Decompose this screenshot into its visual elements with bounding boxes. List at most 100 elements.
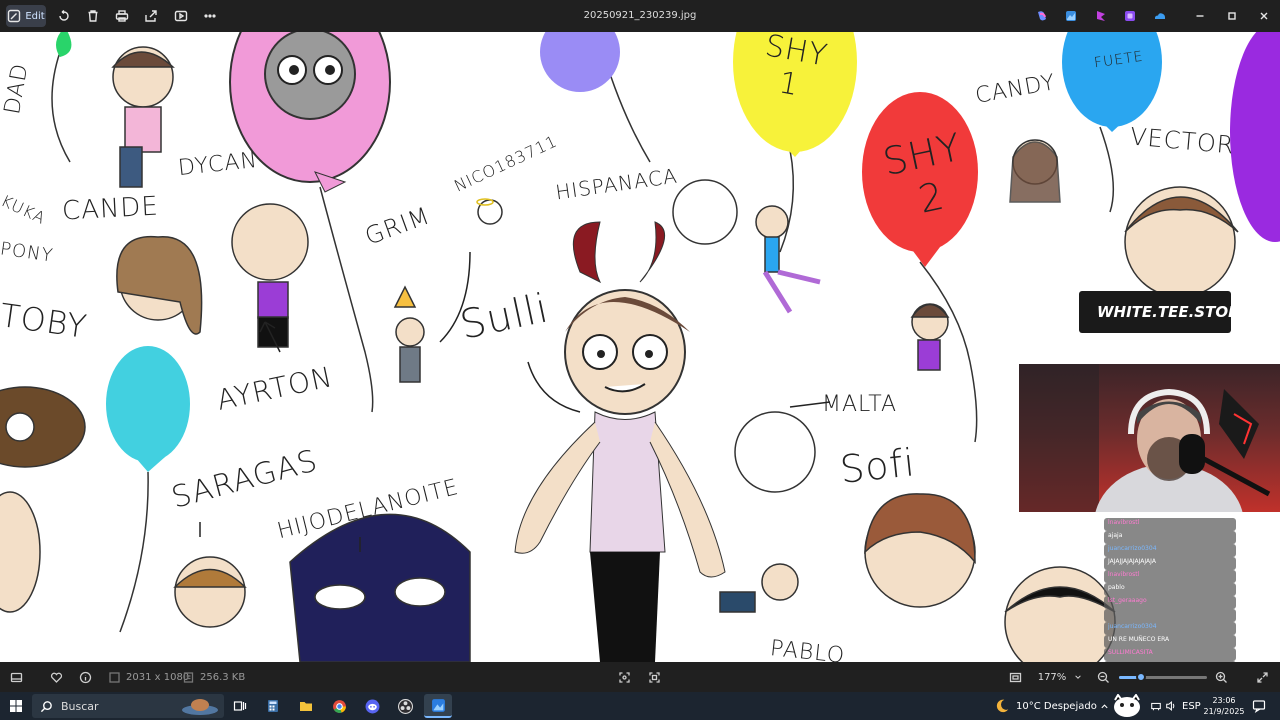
volume-icon [1166, 701, 1175, 711]
task-view-icon [233, 701, 247, 711]
stream-chat: lnavibrostl ajaja juancarrizo0304 JAJAJJAJA… [1104, 518, 1236, 662]
image-canvas[interactable]: DAD DYCAN CANDE KUKA PONY TOBY GRIM NICO… [0, 32, 1280, 662]
search-icon [40, 700, 52, 712]
more-icon [204, 14, 216, 18]
photos-app-icon [431, 698, 445, 712]
taskbar-obs[interactable] [391, 694, 419, 718]
fullscreen-button[interactable] [1256, 662, 1269, 692]
info-button[interactable] [79, 662, 92, 692]
taskbar-calculator[interactable] [259, 694, 287, 718]
chat-row: juancarrizo0304 [1104, 544, 1236, 557]
onedrive-button[interactable] [1150, 5, 1170, 27]
window-title: 20250921_230239.jpg [583, 10, 697, 21]
drawing-image [0, 32, 1280, 662]
brand-text: WHITE.TEE.STORE [1097, 303, 1250, 321]
share-button[interactable] [140, 5, 162, 27]
zoom-level: 177% [1037, 671, 1067, 683]
calculator-icon [268, 700, 278, 712]
sulli-character [514, 221, 726, 662]
file-size: 256.3 KB [182, 662, 245, 692]
fit-icon [619, 671, 630, 683]
zoom-in-button[interactable] [1215, 662, 1228, 692]
photos-app-window: Edit 20250921_230239.jpg DAD DYCAN CANDE… [0, 0, 1280, 720]
taskbar: Buscar 10°C Despejado ESP 23:06 21/9/202… [0, 692, 1280, 720]
taskbar-clock[interactable]: 23:06 21/9/2025 [1198, 695, 1250, 717]
minimize-button[interactable] [1190, 5, 1210, 27]
label-sofi: Sofi [837, 440, 918, 492]
chat-username: juancarrizo0304 [1108, 623, 1157, 630]
actual-size-button[interactable] [1009, 662, 1022, 692]
rotate-icon [59, 9, 69, 21]
zoom-dropdown[interactable]: 177% [1031, 668, 1089, 686]
close-button[interactable] [1254, 5, 1274, 27]
dimensions-icon [109, 671, 120, 683]
fit-button[interactable] [618, 662, 631, 692]
clock-time: 23:06 [1212, 696, 1236, 705]
dimensions-text: 2031 x 1080 [126, 671, 190, 683]
taskbar-file-explorer[interactable] [292, 694, 320, 718]
title-bar: Edit 20250921_230239.jpg [0, 0, 1280, 32]
edit-button[interactable]: Edit [6, 5, 46, 27]
network-button[interactable] [1150, 692, 1162, 720]
taskbar-discord[interactable] [358, 694, 386, 718]
show-hidden-icons[interactable] [1100, 692, 1109, 720]
chat-message: pablo [1108, 584, 1125, 591]
chat-message: UN RE MUÑECO ERA [1108, 636, 1170, 643]
webcam-overlay [1019, 364, 1280, 512]
scan-icon [649, 671, 660, 683]
folder-icon [300, 702, 312, 711]
taskbar-search[interactable]: Buscar [32, 694, 224, 718]
weather-widget[interactable]: 10°C Despejado [994, 692, 1097, 720]
zoom-out-button[interactable] [1097, 662, 1110, 692]
chevron-up-icon [1101, 703, 1108, 708]
chat-row: pablo [1104, 583, 1236, 596]
chat-username: juancarrizo0304 [1108, 545, 1157, 552]
chat-username: SULLIMICASITA [1108, 649, 1153, 656]
detect-button[interactable] [648, 662, 661, 692]
slideshow-button[interactable] [170, 5, 192, 27]
maximize-button[interactable] [1222, 5, 1242, 27]
search-placeholder: Buscar [61, 699, 99, 713]
clipchamp-icon [1097, 11, 1105, 21]
share-icon [145, 10, 157, 22]
status-bar: 2031 x 1080 256.3 KB 177% [0, 662, 1280, 692]
print-button[interactable] [111, 5, 133, 27]
start-button[interactable] [2, 694, 30, 718]
info-icon [79, 671, 92, 683]
copilot-icon [1038, 11, 1046, 21]
photos-icon [1066, 11, 1076, 21]
photos-button[interactable] [1061, 5, 1081, 27]
more-button[interactable] [199, 5, 221, 27]
chat-username: lnavibrostl [1108, 571, 1140, 578]
streamer-image [1019, 364, 1271, 512]
designer-icon [1125, 11, 1135, 21]
file-size-icon [183, 671, 194, 683]
filmstrip-button[interactable] [10, 662, 23, 692]
taskbar-chrome[interactable] [325, 694, 353, 718]
tray-dog-icon [1114, 694, 1140, 717]
delete-button[interactable] [82, 5, 104, 27]
volume-button[interactable] [1165, 692, 1177, 720]
task-view-button[interactable] [226, 694, 254, 718]
notifications-button[interactable] [1252, 692, 1266, 720]
close-icon [1260, 12, 1268, 20]
chat-message: JAJAJJAJAJAJAJAJA [1108, 558, 1156, 565]
file-size-text: 256.3 KB [200, 671, 246, 683]
actual-size-icon [1009, 672, 1022, 682]
zoom-slider-thumb[interactable] [1136, 672, 1146, 682]
chat-row: ajaja [1104, 531, 1236, 544]
zoom-slider[interactable] [1119, 672, 1207, 682]
taskbar-photos[interactable] [424, 694, 452, 718]
clipchamp-button[interactable] [1091, 5, 1111, 27]
chat-username: lnavibrostl [1108, 519, 1140, 526]
favorite-button[interactable] [50, 662, 63, 692]
notification-icon [1252, 700, 1266, 713]
tray-app[interactable] [1112, 692, 1142, 720]
label-malta: MALTA [822, 392, 898, 417]
copilot-button[interactable] [1032, 5, 1052, 27]
rotate-button[interactable] [53, 5, 75, 27]
moon-icon [996, 699, 1009, 713]
chat-row: lnavibrostl [1104, 518, 1236, 531]
designer-button[interactable] [1120, 5, 1140, 27]
discord-icon [365, 699, 379, 713]
